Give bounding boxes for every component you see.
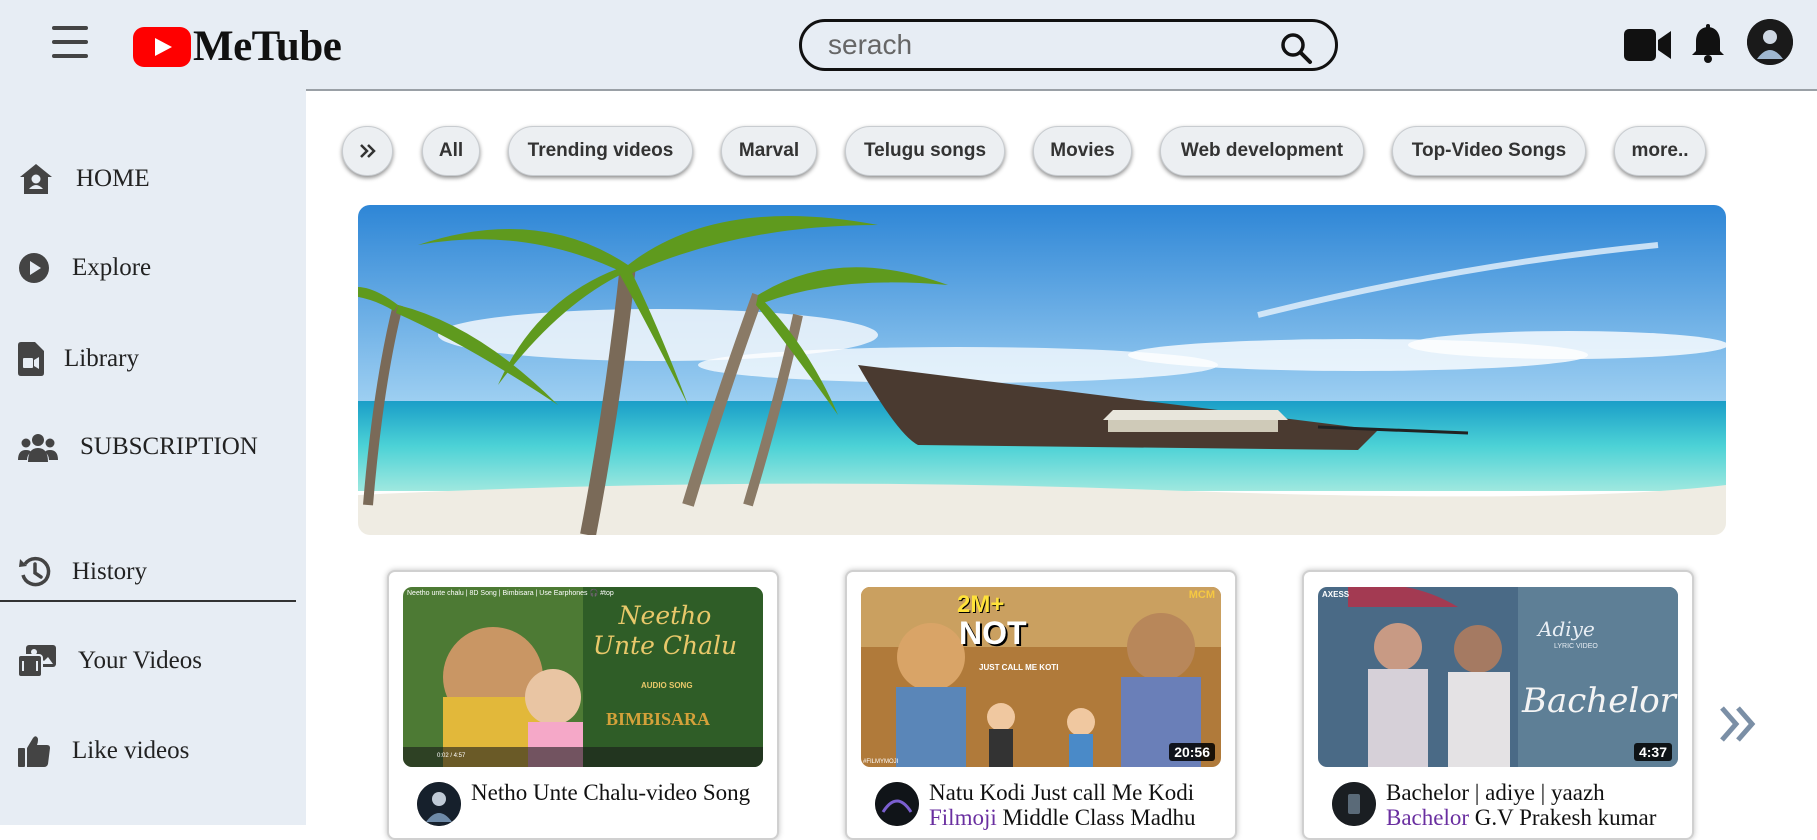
file-video-icon — [18, 342, 44, 376]
chips-scroll-button[interactable] — [342, 126, 393, 176]
sidebar-item-like-videos[interactable]: Like videos — [18, 735, 189, 767]
video-card[interactable]: AXESS Adiye LYRIC VIDEO Bachelor 4:37 Ba… — [1302, 570, 1694, 840]
search-icon[interactable] — [1279, 31, 1313, 65]
youtube-logo-icon — [133, 26, 191, 67]
player-time: 0:02 / 4:57 — [437, 753, 466, 759]
video-title-text: Middle Class Madhu — [996, 805, 1196, 830]
thumbnail-subtitle: Adiye — [1538, 617, 1595, 641]
thumbnail-caption: Neetho unte chalu | 8D Song | Bimbisara … — [407, 590, 614, 597]
video-card[interactable]: Neetho unte chalu | 8D Song | Bimbisara … — [387, 570, 779, 840]
sidebar-item-label: SUBSCRIPTION — [80, 433, 258, 460]
sidebar-item-library[interactable]: Library — [18, 342, 139, 376]
chip-trending-videos[interactable]: Trending videos — [508, 126, 693, 176]
hero-banner-image — [358, 205, 1726, 535]
thumbnail-title: NOT — [959, 615, 1027, 651]
sidebar-item-explore[interactable]: Explore — [18, 252, 151, 284]
video-thumbnail[interactable]: AXESS Adiye LYRIC VIDEO Bachelor 4:37 — [1318, 587, 1678, 767]
sidebar-item-label: Your Videos — [78, 647, 202, 674]
sidebar-item-label: Library — [64, 345, 139, 372]
logo-text: MeTube — [193, 23, 342, 70]
sidebar-item-label: HOME — [76, 165, 150, 192]
header-divider — [306, 89, 1817, 91]
chip-telugu-songs[interactable]: Telugu songs — [845, 126, 1005, 176]
chip-more[interactable]: more.. — [1614, 126, 1706, 176]
video-camera-icon[interactable] — [1624, 28, 1672, 62]
thumbnail-brand-tag: #FILMYMOJI — [863, 759, 899, 765]
sidebar-item-label: Like videos — [72, 737, 190, 764]
chip-marval[interactable]: Marval — [721, 126, 817, 176]
video-card[interactable]: 2M+ NOT JUST CALL ME KOTI MCM #FILMYMOJI… — [845, 570, 1237, 840]
thumbnail-brand: MCM — [1188, 589, 1215, 601]
home-icon — [20, 164, 52, 194]
sidebar: HOME Explore Library SUBSCRIPTION Histor… — [0, 90, 306, 825]
thumbnail-title: Bachelor — [1522, 681, 1676, 721]
chip-movies[interactable]: Movies — [1033, 126, 1132, 176]
video-title-text: G.V Prakesh kumar — [1469, 805, 1657, 830]
channel-avatar[interactable] — [875, 782, 919, 826]
video-title-link[interactable]: Bachelor — [1386, 805, 1469, 830]
video-title[interactable]: Netho Unte Chalu-video Song — [471, 780, 771, 805]
double-chevron-right-icon — [359, 144, 376, 158]
video-duration: 4:37 — [1633, 743, 1672, 761]
sidebar-item-subscription[interactable]: SUBSCRIPTION — [18, 432, 258, 462]
thumbnail-subtitle: JUST CALL ME KOTI — [979, 663, 1059, 672]
video-thumbnail[interactable]: Neetho unte chalu | 8D Song | Bimbisara … — [403, 587, 763, 767]
thumbnail-subtitle: BIMBISARA — [606, 709, 711, 729]
search-input[interactable] — [828, 29, 1268, 61]
sidebar-item-home[interactable]: HOME — [18, 162, 150, 196]
thumbs-up-icon — [18, 736, 50, 767]
top-bar: MeTube — [0, 0, 1817, 90]
video-title-text: Bachelor | adiye | yaazh — [1386, 780, 1605, 805]
thumbnail-brand: AXESS — [1322, 590, 1350, 599]
video-title[interactable]: Bachelor | adiye | yaazh Bachelor G.V Pr… — [1386, 780, 1686, 830]
avatar[interactable] — [1747, 19, 1793, 65]
thumbnail-title: Neetho Unte Chalu — [592, 601, 738, 660]
sidebar-item-history[interactable]: History — [18, 555, 147, 589]
chip-all[interactable]: All — [422, 126, 480, 176]
logo[interactable]: MeTube — [133, 22, 342, 71]
sidebar-divider — [0, 600, 296, 602]
sidebar-item-label: History — [72, 558, 147, 585]
photo-video-icon — [18, 645, 56, 677]
video-duration: 20:56 — [1169, 743, 1215, 761]
bell-icon[interactable] — [1690, 24, 1726, 64]
thumbnail-tag: AUDIO SONG — [641, 681, 693, 690]
channel-avatar[interactable] — [1332, 782, 1376, 826]
search-bar — [799, 19, 1338, 71]
history-icon — [19, 556, 51, 587]
video-title-link[interactable]: Filmoji — [929, 805, 997, 830]
video-title[interactable]: Natu Kodi Just call Me Kodi Filmoji Midd… — [929, 780, 1229, 830]
play-circle-icon — [19, 253, 49, 283]
video-title-text: Natu Kodi Just call Me Kodi — [929, 780, 1195, 805]
video-thumbnail[interactable]: 2M+ NOT JUST CALL ME KOTI MCM #FILMYMOJI… — [861, 587, 1221, 767]
channel-avatar[interactable] — [417, 782, 461, 826]
menu-icon[interactable] — [52, 26, 88, 58]
users-icon — [18, 434, 58, 462]
sidebar-item-label: Explore — [72, 254, 152, 281]
thumbnail-tag: LYRIC VIDEO — [1554, 643, 1598, 650]
chip-top-video-songs[interactable]: Top-Video Songs — [1392, 126, 1586, 176]
chip-web-development[interactable]: Web development — [1160, 126, 1364, 176]
double-chevron-right-icon[interactable] — [1718, 704, 1758, 744]
sidebar-item-your-videos[interactable]: Your Videos — [18, 645, 202, 677]
